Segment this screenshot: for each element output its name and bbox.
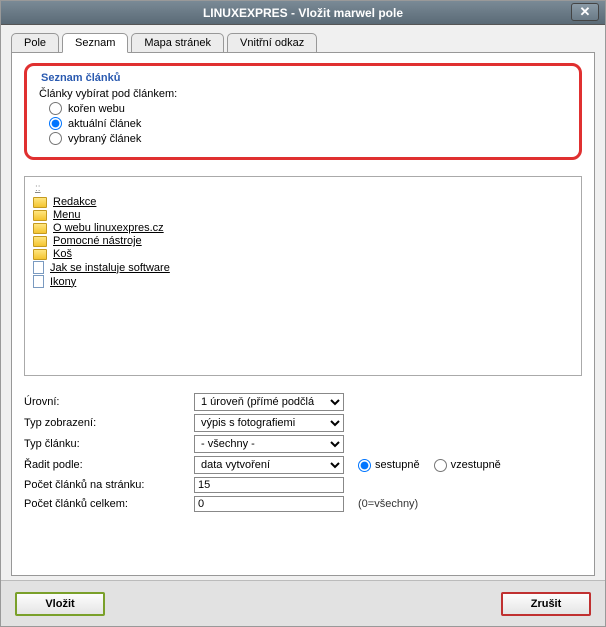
tree-item[interactable]: Pomocné nástroje [33, 235, 573, 247]
folder-icon [33, 223, 47, 234]
tree-item-link[interactable]: Redakce [53, 196, 96, 208]
levels-select[interactable]: 1 úroveň (přímé podčlá [194, 393, 344, 411]
form-rows: Úrovní: 1 úroveň (přímé podčlá Typ zobra… [24, 390, 582, 515]
display-select[interactable]: výpis s fotografiemi [194, 414, 344, 432]
sort-asc-input[interactable] [434, 459, 447, 472]
tab-seznam[interactable]: Seznam [62, 33, 128, 53]
sort-desc-input[interactable] [358, 459, 371, 472]
sort-desc-label: sestupně [375, 459, 420, 471]
tab-vnitrni-odkaz[interactable]: Vnitřní odkaz [227, 33, 317, 53]
window-title: LINUXEXPRES - Vložit marwel pole [203, 6, 403, 20]
tree-item-link[interactable]: Pomocné nástroje [53, 235, 142, 247]
close-button[interactable]: ✕ [571, 3, 599, 21]
insert-button[interactable]: Vložit [15, 592, 105, 616]
tree-item-link[interactable]: Koš [53, 248, 72, 260]
tab-mapa-stranek[interactable]: Mapa stránek [131, 33, 224, 53]
tab-strip: Pole Seznam Mapa stránek Vnitřní odkaz [11, 33, 595, 53]
levels-label: Úrovní: [24, 396, 194, 408]
sort-asc-label: vzestupně [451, 459, 501, 471]
titlebar: LINUXEXPRES - Vložit marwel pole ✕ [1, 1, 605, 25]
seznam-clanku-fieldset: Seznam článků Články vybírat pod článkem… [24, 63, 582, 160]
total-input[interactable] [194, 496, 344, 512]
radio-aktualni-clanek-input[interactable] [49, 117, 62, 130]
tree-header[interactable]: :: [35, 183, 573, 194]
tree-item-link[interactable]: O webu linuxexpres.cz [53, 222, 164, 234]
tab-pole[interactable]: Pole [11, 33, 59, 53]
radio-vybrany-clanek-input[interactable] [49, 132, 62, 145]
radio-koren-webu-label: kořen webu [68, 103, 125, 115]
folder-icon [33, 249, 47, 260]
article-tree: :: RedakceMenuO webu linuxexpres.czPomoc… [24, 176, 582, 376]
tree-item[interactable]: Redakce [33, 196, 573, 208]
display-label: Typ zobrazení: [24, 417, 194, 429]
sort-label: Řadit podle: [24, 459, 194, 471]
tree-item-link[interactable]: Ikony [50, 276, 76, 288]
folder-icon [33, 197, 47, 208]
perpage-input[interactable] [194, 477, 344, 493]
radio-aktualni-clanek[interactable]: aktuální článek [49, 117, 569, 130]
perpage-label: Počet článků na stránku: [24, 479, 194, 491]
folder-icon [33, 236, 47, 247]
content-area: Pole Seznam Mapa stránek Vnitřní odkaz S… [1, 25, 605, 580]
total-hint: (0=všechny) [358, 498, 418, 510]
total-label: Počet článků celkem: [24, 498, 194, 510]
tree-item[interactable]: Jak se instaluje software [33, 261, 573, 274]
tree-item-link[interactable]: Menu [53, 209, 81, 221]
sort-desc[interactable]: sestupně [358, 459, 420, 472]
radio-aktualni-clanek-label: aktuální článek [68, 118, 141, 130]
tree-item[interactable]: O webu linuxexpres.cz [33, 222, 573, 234]
radio-vybrany-clanek-label: vybraný článek [68, 133, 141, 145]
tab-panel: Seznam článků Články vybírat pod článkem… [11, 52, 595, 576]
radio-koren-webu[interactable]: kořen webu [49, 102, 569, 115]
radio-group-label: Články vybírat pod článkem: [39, 88, 569, 100]
folder-icon [33, 210, 47, 221]
fieldset-legend: Seznam článků [37, 72, 569, 84]
type-label: Typ článku: [24, 438, 194, 450]
cancel-button[interactable]: Zrušit [501, 592, 591, 616]
sort-asc[interactable]: vzestupně [434, 459, 501, 472]
tree-item[interactable]: Ikony [33, 275, 573, 288]
tree-item[interactable]: Menu [33, 209, 573, 221]
radio-vybrany-clanek[interactable]: vybraný článek [49, 132, 569, 145]
type-select[interactable]: - všechny - [194, 435, 344, 453]
dialog-window: LINUXEXPRES - Vložit marwel pole ✕ Pole … [0, 0, 606, 627]
tree-item-link[interactable]: Jak se instaluje software [50, 262, 170, 274]
sort-select[interactable]: data vytvoření [194, 456, 344, 474]
page-icon [33, 261, 44, 274]
radio-koren-webu-input[interactable] [49, 102, 62, 115]
dialog-footer: Vložit Zrušit [1, 580, 605, 626]
page-icon [33, 275, 44, 288]
tree-item[interactable]: Koš [33, 248, 573, 260]
